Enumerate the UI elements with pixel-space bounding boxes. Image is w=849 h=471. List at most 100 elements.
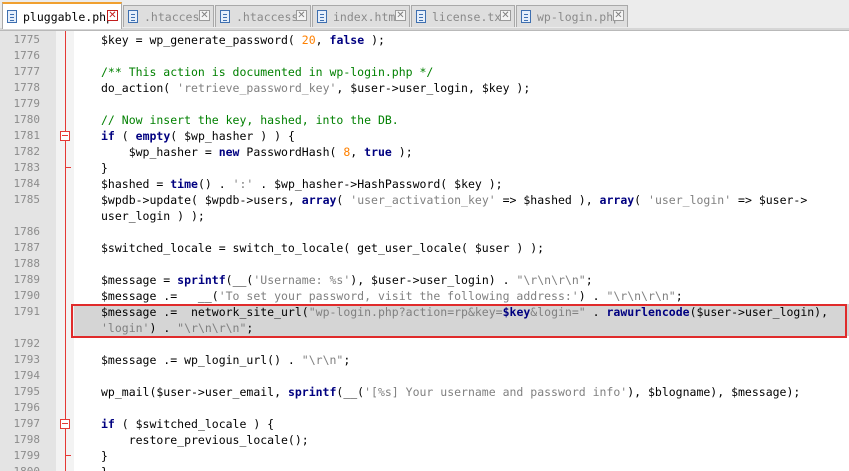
code-line[interactable]: 1792 (0, 336, 849, 352)
line-number: 1784 (13, 177, 41, 190)
tab-htaccess-1[interactable]: .htaccess ✕ (123, 5, 214, 27)
code-text: if ( empty( $wp_hasher ) ) { (101, 128, 295, 144)
line-number: 1793 (13, 353, 41, 366)
tab-pluggable-php[interactable]: pluggable.php ✕ (2, 2, 122, 29)
code-line[interactable]: 1800} (0, 464, 849, 471)
line-number: 1791 (13, 305, 41, 318)
tab-label: .htaccess (236, 9, 299, 24)
close-icon[interactable]: ✕ (613, 10, 624, 21)
code-token: empty (135, 129, 171, 143)
code-line[interactable]: 1780 // Now insert the key, hashed, into … (0, 112, 849, 128)
code-line[interactable]: 1788 (0, 256, 849, 272)
line-number: 1794 (13, 369, 41, 382)
code-line[interactable]: 1785 $wpdb->update( $wpdb->users, array( … (0, 192, 849, 208)
file-icon (128, 10, 138, 23)
line-number: 1800 (0, 464, 41, 471)
code-line[interactable]: 1793 $message .= wp_login_url() . "\r\n"; (0, 352, 849, 368)
code-line[interactable]: 1779 (0, 96, 849, 112)
code-token: do_action( (101, 81, 178, 95)
line-number: 1786 (13, 225, 41, 238)
code-text: $hashed = time() . ':' . $wp_hasher->Has… (101, 176, 503, 192)
code-line[interactable]: 1795 wp_mail($user->user_email, sprintf(_… (0, 384, 849, 400)
code-token: ) . (578, 289, 607, 303)
code-token: array (599, 193, 635, 207)
code-line[interactable]: 1783} (0, 160, 849, 176)
code-line[interactable]: 1777 /** This action is documented in wp-… (0, 64, 849, 80)
code-token: => $user-> (731, 193, 808, 207)
tab-wp-login-php[interactable]: wp-login.php ✕ (516, 5, 628, 27)
line-number: 1789 (13, 273, 41, 286)
tab-index-html[interactable]: index.html ✕ (312, 5, 410, 27)
close-icon[interactable]: ✕ (107, 10, 118, 21)
code-token: time (170, 177, 198, 191)
fold-toggle-icon[interactable] (60, 419, 70, 429)
code-token: // Now insert the key, hashed, into the … (101, 113, 399, 127)
close-icon[interactable]: ✕ (395, 10, 406, 21)
code-token: 'Username: %s' (253, 273, 351, 287)
close-icon[interactable]: ✕ (500, 10, 511, 21)
code-text: $wpdb->update( $wpdb->users, array( 'use… (101, 192, 807, 208)
close-icon[interactable]: ✕ (199, 10, 210, 21)
code-token: } (101, 449, 108, 463)
line-number: 1781 (13, 129, 41, 142)
code-line[interactable]: 1787 $switched_locale = switch_to_locale(… (0, 240, 849, 256)
tab-label: wp-login.php (537, 9, 621, 24)
close-icon[interactable]: ✕ (296, 10, 307, 21)
code-token: true (364, 145, 392, 159)
code-token: if (101, 417, 115, 431)
code-token: () . (197, 177, 233, 191)
code-text: if ( $switched_locale ) { (101, 416, 274, 432)
code-token: 'user_activation_key' (350, 193, 496, 207)
line-number: 1798 (13, 433, 41, 446)
tab-license-txt[interactable]: license.txt ✕ (411, 5, 515, 27)
code-token: $switched_locale = switch_to_locale( get… (101, 241, 545, 255)
code-line[interactable]: 1775 $key = wp_generate_password( 20, fal… (0, 32, 849, 48)
code-line[interactable]: 1799} (0, 448, 849, 464)
code-token: array (301, 193, 337, 207)
tab-label: pluggable.php (23, 9, 114, 24)
code-token: ( (634, 193, 649, 207)
code-line[interactable]: 1798 restore_previous_locale(); (0, 432, 849, 448)
fold-end-marker (65, 167, 71, 168)
line-number: 1785 (13, 193, 41, 206)
code-text: } (101, 448, 108, 464)
code-line[interactable]: user_login ) ); (0, 208, 849, 224)
code-line[interactable]: 1782 $wp_hasher = new PasswordHash( 8, t… (0, 144, 849, 160)
code-token: , (350, 145, 365, 159)
code-token: $message .= __( (101, 289, 219, 303)
code-line[interactable]: 1784 $hashed = time() . ':' . $wp_hasher-… (0, 176, 849, 192)
line-number: 1783 (13, 161, 41, 174)
code-text: do_action( 'retrieve_password_key', $use… (101, 80, 530, 96)
fold-end-marker (65, 455, 71, 456)
code-token: ( (336, 193, 351, 207)
fold-toggle-icon[interactable] (60, 131, 70, 141)
code-token: => $hashed ), (495, 193, 600, 207)
code-token: "\r\n\r\n" (606, 289, 676, 303)
line-number: 1790 (13, 289, 41, 302)
code-editor[interactable]: 1775 $key = wp_generate_password( 20, fal… (0, 31, 849, 471)
code-token: false (329, 33, 365, 47)
code-line[interactable]: 1796 (0, 400, 849, 416)
code-line[interactable]: 1776 (0, 48, 849, 64)
code-token: $key = wp_generate_password( (101, 33, 302, 47)
code-token: $hashed = (101, 177, 171, 191)
code-token: restore_previous_locale(); (101, 433, 309, 447)
line-number: 1796 (13, 401, 41, 414)
code-token: 'retrieve_password_key' (177, 81, 337, 95)
code-line[interactable]: 1786 (0, 224, 849, 240)
code-line[interactable]: 1789 $message = sprintf(__('Username: %s'… (0, 272, 849, 288)
line-number: 1787 (13, 241, 41, 254)
code-token: ; (343, 353, 351, 367)
code-line[interactable]: 1790 $message .= __('To set your password… (0, 288, 849, 304)
line-number: 1775 (13, 33, 41, 46)
line-number: 1777 (13, 65, 41, 78)
code-line[interactable]: 1778 do_action( 'retrieve_password_key', … (0, 80, 849, 96)
code-token: ); (391, 145, 413, 159)
code-token: ), $user->user_login) . (350, 273, 517, 287)
code-text: $message .= wp_login_url() . "\r\n"; (101, 352, 350, 368)
code-token: "\r\n\r\n" (516, 273, 586, 287)
code-line[interactable]: 1797 if ( $switched_locale ) { (0, 416, 849, 432)
code-line[interactable]: 1781 if ( empty( $wp_hasher ) ) { (0, 128, 849, 144)
tab-htaccess-2[interactable]: .htaccess ✕ (215, 5, 311, 27)
code-line[interactable]: 1794 (0, 368, 849, 384)
